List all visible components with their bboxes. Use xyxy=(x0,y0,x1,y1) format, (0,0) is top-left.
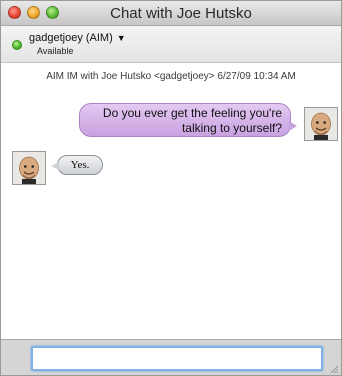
message-input[interactable] xyxy=(31,346,323,371)
resize-grip-icon[interactable] xyxy=(329,364,339,374)
avatar-self xyxy=(304,107,338,141)
status-label: Available xyxy=(37,46,74,56)
avatar-buddy xyxy=(12,151,46,185)
chevron-down-icon[interactable]: ▼ xyxy=(117,33,126,43)
message-bubble-outgoing: Do you ever get the feeling you're talki… xyxy=(79,103,297,137)
transcript[interactable]: AIM IM with Joe Hutsko <gadgetjoey> 6/27… xyxy=(1,63,341,339)
message-bubble-incoming: Yes. xyxy=(51,155,103,175)
avatar-face-icon xyxy=(305,108,337,140)
avatar-face-icon xyxy=(13,152,45,184)
account-header: gadgetjoey (AIM) ▼ Available xyxy=(1,26,341,63)
composer-bar xyxy=(1,339,341,375)
account-name[interactable]: gadgetjoey (AIM) xyxy=(29,32,113,44)
titlebar[interactable]: Chat with Joe Hutsko xyxy=(1,1,341,26)
window-title: Chat with Joe Hutsko xyxy=(110,5,252,22)
account-selector[interactable]: gadgetjoey (AIM) ▼ xyxy=(29,32,126,44)
transcript-header: AIM IM with Joe Hutsko <gadgetjoey> 6/27… xyxy=(46,71,296,82)
available-status-icon xyxy=(12,40,22,50)
chat-window: Chat with Joe Hutsko gadgetjoey (AIM) ▼ A… xyxy=(0,0,342,376)
